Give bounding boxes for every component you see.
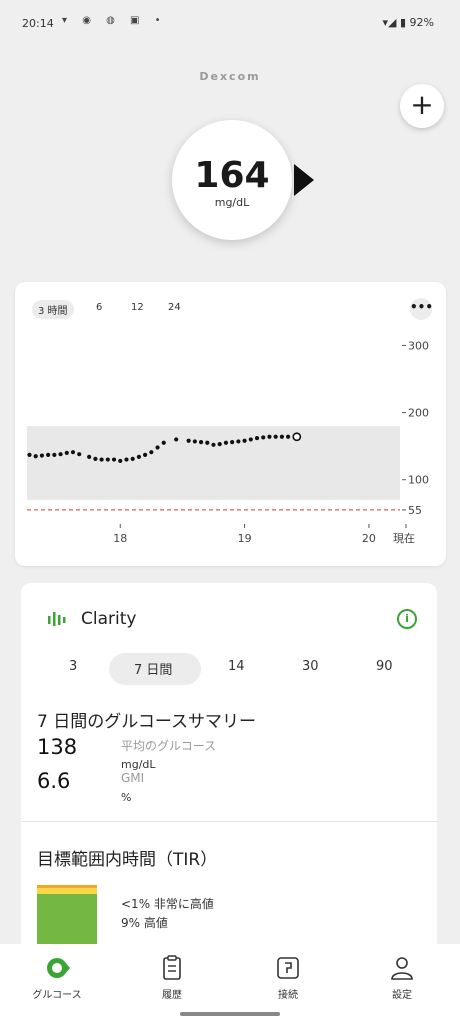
- clarity-logo-icon: [48, 612, 66, 626]
- home-indicator: [180, 1012, 280, 1016]
- glucose-point: [242, 438, 247, 443]
- x-tick-label: 18: [113, 532, 127, 545]
- divider: [21, 821, 437, 822]
- x-tick-label: 20: [362, 532, 376, 545]
- glucose-unit: mg/dL: [214, 196, 250, 209]
- clipboard-icon: [163, 955, 181, 980]
- nav-history[interactable]: 履歴: [132, 954, 212, 1001]
- glucose-point: [211, 442, 216, 447]
- gmi-unit: %: [121, 791, 132, 804]
- glucose-point: [105, 457, 110, 462]
- glucose-point: [46, 452, 51, 457]
- nav-label-glucose: グルコース: [32, 990, 82, 1001]
- period-tab-3[interactable]: 3: [69, 659, 77, 674]
- glucose-point: [33, 454, 38, 459]
- period-tab-14[interactable]: 14: [228, 659, 245, 674]
- glucose-nav-icon: [47, 958, 70, 978]
- x-tick-label: 現在: [393, 532, 415, 545]
- glucose-point: [130, 456, 135, 461]
- bottom-nav: グルコース 履歴 接続 設定: [0, 944, 460, 1024]
- tir-title: 目標範囲内時間（TIR）: [37, 850, 218, 870]
- glucose-point: [58, 452, 63, 457]
- gmi-value: 6.6: [37, 769, 71, 793]
- glucose-point: [223, 440, 229, 445]
- glucose-point: [217, 442, 222, 447]
- status-notification-icons: ▾ ◉ ◍ ▣ •: [62, 15, 167, 26]
- glucose-point: [174, 437, 179, 442]
- trend-arrow-icon: [294, 164, 314, 196]
- glucose-point: [198, 440, 204, 445]
- wifi-icon: ▾◢ ▮: [382, 16, 410, 29]
- glucose-point: [205, 440, 210, 445]
- target-range-band: [27, 426, 400, 500]
- glucose-point: [70, 450, 76, 455]
- glucose-point: [236, 439, 241, 444]
- glucose-point: [254, 435, 260, 441]
- nav-connect[interactable]: 接続: [248, 954, 328, 1001]
- avg-glucose-unit: mg/dL: [121, 758, 156, 771]
- glucose-point: [248, 437, 253, 442]
- period-tab-90[interactable]: 90: [376, 659, 393, 674]
- person-icon: [391, 957, 413, 980]
- nav-label-settings: 設定: [392, 990, 412, 1001]
- gmi-label: GMI: [121, 771, 145, 785]
- glucose-point: [155, 445, 160, 450]
- glucose-point: [136, 454, 141, 459]
- glucose-point: [273, 434, 278, 439]
- glucose-point: [87, 454, 92, 459]
- add-event-button[interactable]: +: [400, 84, 444, 128]
- current-reading-point: [292, 432, 302, 442]
- period-tab-7[interactable]: 7 日間: [134, 659, 172, 678]
- glucose-point: [77, 452, 82, 457]
- glucose-point: [192, 439, 197, 444]
- glucose-value: 164: [194, 155, 270, 196]
- status-battery: ▾◢ ▮ 92%: [383, 16, 434, 29]
- glucose-reading[interactable]: 164 mg/dL: [172, 120, 292, 240]
- avg-glucose-label: 平均のグルコース: [121, 739, 217, 753]
- battery-level: 92%: [409, 16, 434, 29]
- glucose-point: [230, 440, 235, 445]
- glucose-point: [111, 457, 117, 462]
- nav-label-history: 履歴: [162, 990, 182, 1001]
- glucose-chart-card: 3 時間 6 12 24 ••• 300 200 100 55 18 19 20 現在: [15, 282, 446, 566]
- glucose-point: [64, 450, 69, 455]
- glucose-point: [52, 452, 57, 457]
- nav-glucose[interactable]: グルコース: [17, 954, 97, 1001]
- glucose-point: [39, 453, 45, 458]
- info-icon[interactable]: i: [397, 609, 417, 629]
- glucose-point: [279, 434, 284, 439]
- brand-logo: Dexcom: [199, 70, 261, 83]
- glucose-point: [99, 457, 104, 462]
- plus-icon: +: [410, 88, 434, 121]
- glucose-point: [143, 452, 148, 457]
- x-tick-label: 19: [238, 532, 252, 545]
- tir-high-label: 9% 高値: [121, 916, 168, 930]
- tir-very-high-label: <1% 非常に高値: [121, 897, 214, 911]
- glucose-point: [267, 434, 272, 439]
- connect-icon: [277, 957, 299, 979]
- glucose-point: [261, 435, 266, 440]
- y-tick-label: 200: [408, 407, 429, 420]
- period-tab-30[interactable]: 30: [302, 659, 319, 674]
- glucose-chart: 300 200 100 55 18 19 20 現在: [27, 339, 429, 545]
- glucose-point: [118, 458, 123, 464]
- avg-glucose-value: 138: [37, 735, 78, 759]
- y-tick-label: 300: [408, 339, 429, 352]
- glucose-point: [93, 456, 98, 461]
- clarity-title: Clarity: [81, 609, 137, 629]
- summary-title: 7 日間のグルコースサマリー: [37, 712, 257, 732]
- glucose-point: [149, 450, 154, 455]
- glucose-point: [27, 452, 32, 457]
- status-time: 20:14: [22, 17, 54, 30]
- nav-label-connect: 接続: [278, 990, 298, 1001]
- glucose-point: [186, 438, 191, 443]
- y-tick-label: 100: [408, 474, 429, 487]
- status-bar: 20:14 ▾ ◉ ◍ ▣ • ▾◢ ▮ 92%: [0, 0, 460, 44]
- y-tick-label: 55: [408, 504, 422, 517]
- glucose-point: [161, 440, 166, 445]
- glucose-point: [286, 434, 291, 439]
- nav-settings[interactable]: 設定: [362, 954, 442, 1001]
- glucose-point: [124, 457, 129, 462]
